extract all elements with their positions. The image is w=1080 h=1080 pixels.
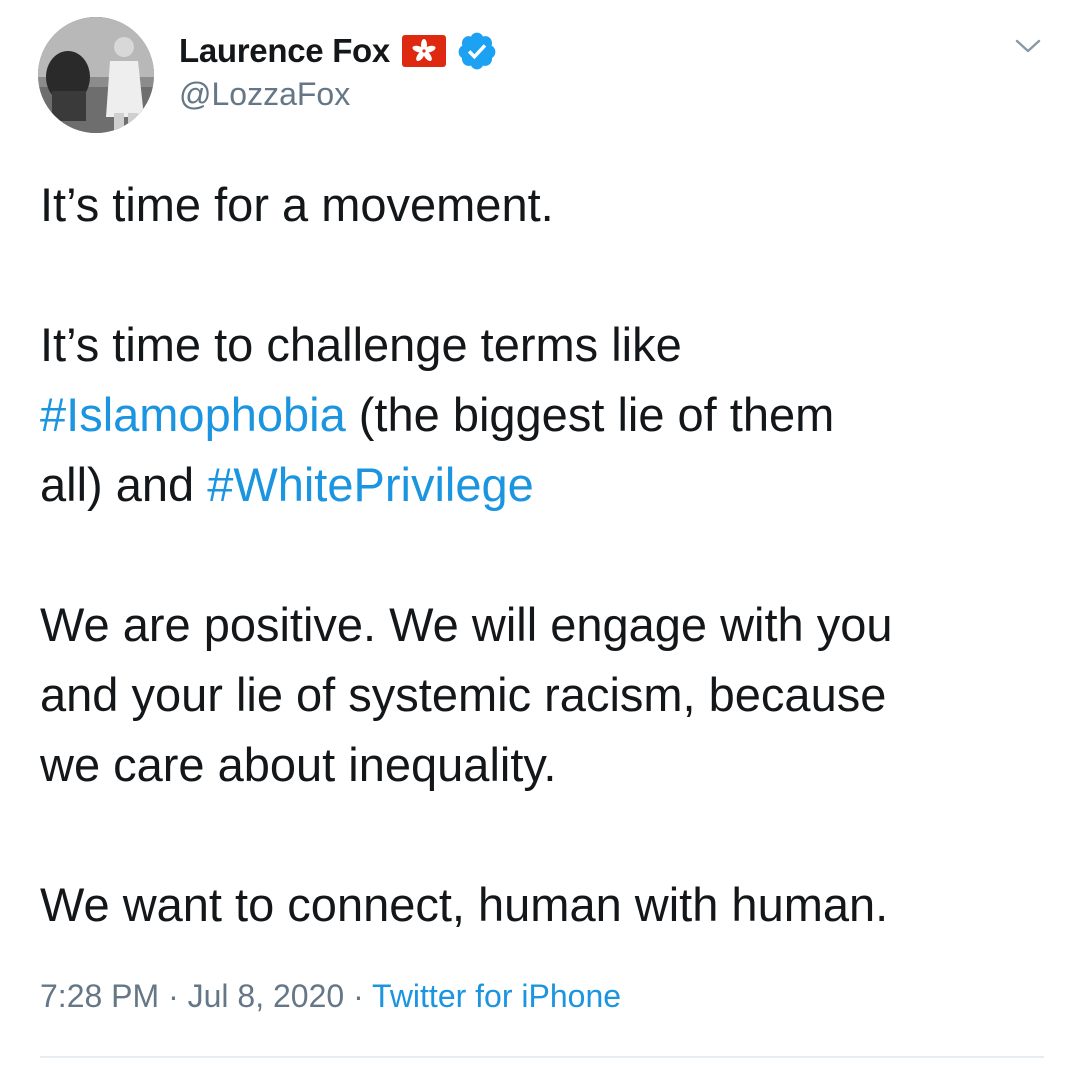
author-name-row: Laurence Fox	[179, 27, 498, 75]
tweet-line: and your lie of systemic racism, because	[40, 668, 887, 721]
tweet-time[interactable]: 7:28 PM	[40, 978, 159, 1014]
tweet-line: We want to connect, human with human.	[40, 878, 889, 931]
hashtag-whiteprivilege-link[interactable]: #WhitePrivilege	[207, 458, 534, 511]
hong-kong-flag-icon	[401, 35, 446, 67]
tweet-line: all) and #WhitePrivilege	[40, 450, 834, 520]
tweet-meta: 7:28 PM · Jul 8, 2020 · Twitter for iPho…	[40, 978, 621, 1015]
author-handle[interactable]: @LozzaFox	[179, 76, 350, 113]
tweet-paragraph: We are positive. We will engage with you…	[40, 590, 893, 800]
tweet-card: Laurence Fox @LozzaFox It’s time for a m…	[0, 0, 1080, 1080]
tweet-text-segment: (the biggest lie of them	[345, 388, 835, 441]
avatar-photo	[38, 17, 154, 133]
meta-separator: ·	[344, 978, 373, 1014]
tweet-source-link[interactable]: Twitter for iPhone	[372, 978, 621, 1014]
tweet-line: It’s time to challenge terms like	[40, 318, 682, 371]
tweet-line: we care about inequality.	[40, 738, 557, 791]
chevron-down-icon[interactable]	[1012, 30, 1044, 62]
meta-separator: ·	[159, 978, 188, 1014]
tweet-line: We are positive. We will engage with you	[40, 598, 893, 651]
tweet-paragraph: It’s time to challenge terms like #Islam…	[40, 310, 834, 520]
tweet-date[interactable]: Jul 8, 2020	[188, 978, 345, 1014]
tweet-paragraph: We want to connect, human with human.	[40, 870, 888, 940]
tweet-paragraph: It’s time for a movement.	[40, 170, 554, 240]
hashtag-islamophobia-link[interactable]: #Islamophobia	[40, 388, 346, 441]
avatar[interactable]	[38, 17, 154, 133]
author-display-name[interactable]: Laurence Fox	[179, 32, 390, 70]
tweet-text-segment: all) and	[40, 458, 208, 511]
divider	[40, 1056, 1044, 1058]
tweet-line: It’s time for a movement.	[40, 178, 554, 231]
tweet-line: #Islamophobia (the biggest lie of them	[40, 380, 834, 450]
verified-badge-icon	[458, 32, 496, 70]
